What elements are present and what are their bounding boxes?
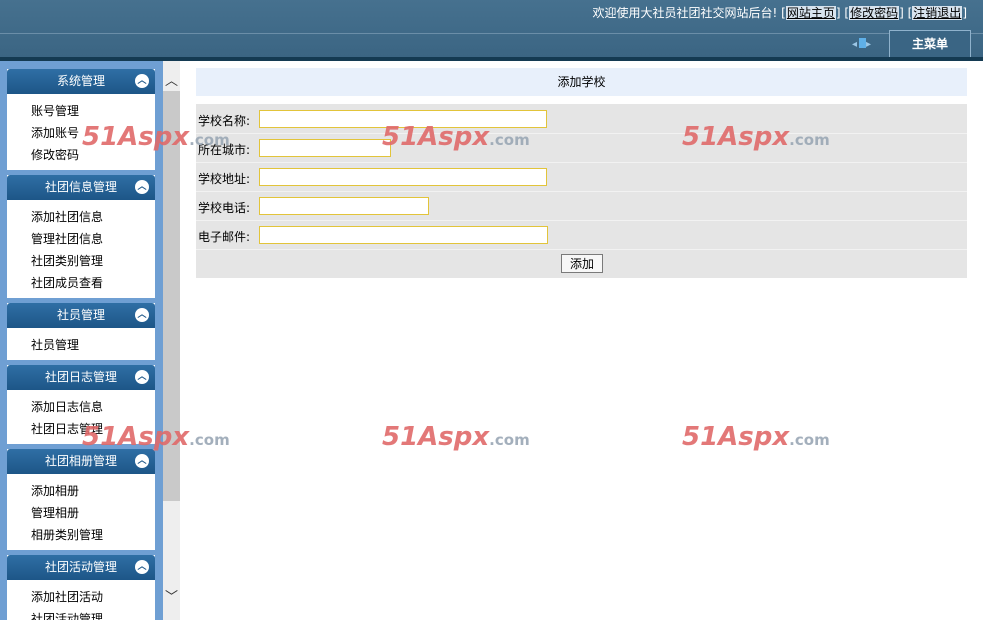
sidebar-item-member-manage[interactable]: 社员管理 bbox=[31, 334, 155, 356]
logout-link[interactable]: 注销退出 bbox=[912, 6, 963, 20]
sidebar-section-club-info: 社团信息管理 ︿ 添加社团信息 管理社团信息 社团类别管理 社团成员查看 bbox=[7, 175, 155, 298]
sidebar-scrollbar[interactable]: ︿ ﹀ bbox=[163, 61, 180, 620]
page-title: 添加学校 bbox=[196, 68, 967, 96]
section-header[interactable]: 社团活动管理 ︿ bbox=[7, 555, 155, 580]
sidebar-item-add-activity[interactable]: 添加社团活动 bbox=[31, 586, 155, 608]
main-content: 添加学校 学校名称: 所在城市: 学校地址: 学校电话: 电子邮件: 添加 bbox=[196, 68, 967, 278]
scroll-down-icon[interactable]: ﹀ bbox=[165, 591, 178, 605]
sidebar-item-manage-club[interactable]: 管理社团信息 bbox=[31, 228, 155, 250]
school-name-input[interactable] bbox=[259, 110, 547, 128]
sidebar-section-system: 系统管理 ︿ 账号管理 添加账号 修改密码 bbox=[7, 69, 155, 170]
sidebar-section-album: 社团相册管理 ︿ 添加相册 管理相册 相册类别管理 bbox=[7, 449, 155, 550]
welcome-bar: 欢迎使用大社员社团社交网站后台! [网站主页] [修改密码] [注销退出] bbox=[592, 6, 967, 20]
email-label: 电子邮件: bbox=[198, 230, 251, 244]
sidebar-item-album-category[interactable]: 相册类别管理 bbox=[31, 524, 155, 546]
menu-toggle-icon bbox=[859, 38, 867, 48]
form-row-address: 学校地址: bbox=[196, 163, 967, 192]
sidebar-item-club-members[interactable]: 社团成员查看 bbox=[31, 272, 155, 294]
sidebar: 系统管理 ︿ 账号管理 添加账号 修改密码 社团信息管理 ︿ 添加社团信息 管理… bbox=[0, 61, 163, 620]
collapse-icon[interactable]: ︿ bbox=[135, 180, 149, 194]
school-name-label: 学校名称: bbox=[198, 114, 251, 128]
sidebar-section-log: 社团日志管理 ︿ 添加日志信息 社团日志管理 bbox=[7, 365, 155, 444]
phone-input[interactable] bbox=[259, 197, 429, 215]
header-divider bbox=[0, 33, 983, 34]
section-header[interactable]: 社团日志管理 ︿ bbox=[7, 365, 155, 390]
sidebar-section-activity: 社团活动管理 ︿ 添加社团活动 社团活动管理 bbox=[7, 555, 155, 620]
scrollbar-thumb[interactable] bbox=[163, 91, 180, 501]
phone-label: 学校电话: bbox=[198, 201, 251, 215]
form-row-school-name: 学校名称: bbox=[196, 105, 967, 134]
home-link[interactable]: 网站主页 bbox=[785, 6, 836, 20]
form-row-city: 所在城市: bbox=[196, 134, 967, 163]
welcome-text: 欢迎使用大社员社团社交网站后台! bbox=[592, 6, 778, 20]
menu-toggle-arrows[interactable]: ◂ ▸ bbox=[852, 38, 873, 50]
section-header[interactable]: 社团相册管理 ︿ bbox=[7, 449, 155, 474]
email-input[interactable] bbox=[259, 226, 548, 244]
sidebar-item-add-log[interactable]: 添加日志信息 bbox=[31, 396, 155, 418]
add-button[interactable]: 添加 bbox=[561, 254, 603, 273]
section-header[interactable]: 社员管理 ︿ bbox=[7, 303, 155, 328]
change-password-link[interactable]: 修改密码 bbox=[849, 6, 900, 20]
watermark-logo: 51Aspx.com bbox=[682, 422, 830, 452]
collapse-icon[interactable]: ︿ bbox=[135, 74, 149, 88]
sidebar-item-activity-manage[interactable]: 社团活动管理 bbox=[31, 608, 155, 620]
sidebar-item-add-album[interactable]: 添加相册 bbox=[31, 480, 155, 502]
city-label: 所在城市: bbox=[198, 143, 251, 157]
section-title: 社团活动管理 bbox=[44, 560, 117, 574]
sidebar-item-add-account[interactable]: 添加账号 bbox=[31, 122, 155, 144]
section-title: 社员管理 bbox=[56, 308, 105, 322]
sidebar-item-club-category[interactable]: 社团类别管理 bbox=[31, 250, 155, 272]
main-menu-tab[interactable]: 主菜单 bbox=[889, 30, 971, 57]
top-header: 欢迎使用大社员社团社交网站后台! [网站主页] [修改密码] [注销退出] ◂ ▸… bbox=[0, 0, 983, 57]
city-input[interactable] bbox=[259, 139, 391, 157]
section-title: 社团相册管理 bbox=[44, 454, 117, 468]
collapse-icon[interactable]: ︿ bbox=[135, 370, 149, 384]
section-title: 系统管理 bbox=[56, 74, 105, 88]
sidebar-item-change-password[interactable]: 修改密码 bbox=[31, 144, 155, 166]
sidebar-item-add-club[interactable]: 添加社团信息 bbox=[31, 206, 155, 228]
address-label: 学校地址: bbox=[198, 172, 251, 186]
sidebar-item-manage-album[interactable]: 管理相册 bbox=[31, 502, 155, 524]
collapse-icon[interactable]: ︿ bbox=[135, 308, 149, 322]
form-row-email: 电子邮件: bbox=[196, 221, 967, 250]
sidebar-section-member: 社员管理 ︿ 社员管理 bbox=[7, 303, 155, 360]
form-row-phone: 学校电话: bbox=[196, 192, 967, 221]
section-title: 社团信息管理 bbox=[44, 180, 117, 194]
sidebar-item-account-manage[interactable]: 账号管理 bbox=[31, 100, 155, 122]
address-input[interactable] bbox=[259, 168, 547, 186]
collapse-icon[interactable]: ︿ bbox=[135, 454, 149, 468]
section-header[interactable]: 社团信息管理 ︿ bbox=[7, 175, 155, 200]
collapse-icon[interactable]: ︿ bbox=[135, 560, 149, 574]
add-school-form: 学校名称: 所在城市: 学校地址: 学校电话: 电子邮件: 添加 bbox=[196, 104, 967, 278]
section-title: 社团日志管理 bbox=[44, 370, 117, 384]
watermark-logo: 51Aspx.com bbox=[382, 422, 530, 452]
scroll-up-icon[interactable]: ︿ bbox=[165, 75, 178, 89]
sidebar-item-log-manage[interactable]: 社团日志管理 bbox=[31, 418, 155, 440]
section-header[interactable]: 系统管理 ︿ bbox=[7, 69, 155, 94]
